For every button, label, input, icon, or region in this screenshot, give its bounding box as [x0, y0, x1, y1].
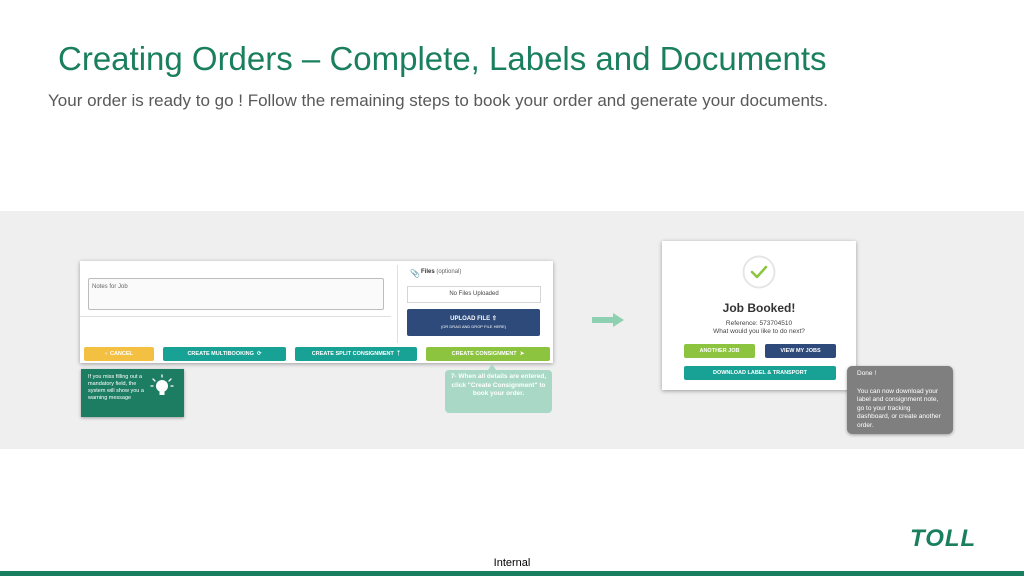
toll-logo: TOLL [910, 525, 976, 550]
view-my-jobs-button[interactable]: VIEW MY JOBS [765, 344, 836, 358]
divider [397, 265, 398, 343]
cancel-label: CANCEL [109, 351, 133, 357]
upload-hint: (OR DRAG AND DROP FILE HERE) [440, 324, 507, 329]
back-icon: ‹ [105, 351, 107, 357]
create-split-consignment-button[interactable]: CREATE SPLIT CONSIGNMENT ᛉ [295, 347, 417, 361]
footer-label: Internal [493, 557, 531, 569]
create-label: CREATE CONSIGNMENT [451, 351, 517, 357]
upload-icon: ⇧ [491, 316, 497, 322]
next-question: What would you like to do next? [713, 328, 805, 335]
slide-title: Creating Orders – Complete, Labels and D… [58, 40, 827, 77]
notes-textarea[interactable]: Notes for Job [88, 278, 384, 310]
done-text: You can now download your label and cons… [857, 387, 941, 429]
job-booked-title: Job Booked! [722, 301, 796, 315]
create-multibooking-button[interactable]: CREATE MULTIBOOKING ⟳ [163, 347, 286, 361]
create-consignment-screen: Notes for Job 📎 Files (optional) No File… [80, 261, 553, 363]
split-icon: ᛉ [396, 351, 401, 357]
done-callout: Done ! You can now download your label a… [847, 366, 953, 434]
job-booked-screen: Job Booked! Reference: 573704510 What wo… [662, 241, 856, 390]
lightbulb-icon [150, 374, 174, 395]
refresh-icon: ⟳ [256, 351, 262, 357]
create-consignment-button[interactable]: CREATE CONSIGNMENT ➤ [426, 347, 550, 361]
job-reference: Reference: 573704510 [725, 320, 793, 327]
check-circle-icon [742, 255, 776, 289]
download-label-button[interactable]: DOWNLOAD LABEL & TRANSPORT [684, 366, 836, 380]
step7-tip: 7- When all details are entered, click "… [445, 370, 552, 413]
files-label: Files (optional) [421, 269, 461, 275]
svg-text:TOLL: TOLL [910, 525, 976, 550]
files-label-text: Files [421, 269, 435, 275]
send-icon: ➤ [519, 351, 525, 357]
warning-text: If you miss filling out a mandatory fiel… [88, 374, 144, 401]
files-optional: (optional) [436, 269, 462, 275]
split-label: CREATE SPLIT CONSIGNMENT [311, 351, 394, 357]
bottom-bar [0, 571, 1024, 576]
upload-file-button[interactable]: UPLOAD FILE ⇧ (OR DRAG AND DROP FILE HER… [407, 309, 540, 336]
arrow-right-icon [592, 313, 624, 327]
notes-placeholder: Notes for Job [92, 284, 128, 290]
slide-subtitle: Your order is ready to go ! Follow the r… [48, 91, 828, 110]
warning-callout: If you miss filling out a mandatory fiel… [81, 369, 184, 417]
done-title: Done ! [857, 370, 877, 377]
cancel-button[interactable]: ‹ CANCEL [84, 347, 154, 361]
divider [80, 316, 391, 317]
no-files-box: No Files Uploaded [407, 286, 541, 303]
another-job-button[interactable]: ANOTHER JOB [684, 344, 755, 358]
paperclip-icon: 📎 [410, 269, 420, 278]
multibooking-label: CREATE MULTIBOOKING [187, 351, 254, 357]
upload-label: UPLOAD FILE [450, 316, 491, 322]
